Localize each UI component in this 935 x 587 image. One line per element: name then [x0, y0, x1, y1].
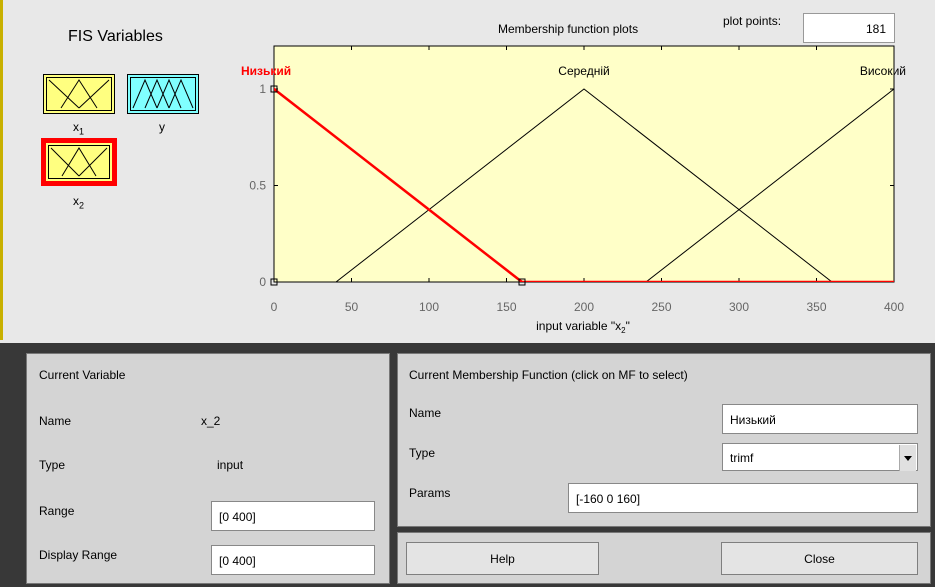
- mf-type-select[interactable]: trimf: [722, 443, 918, 471]
- current-mf-panel: Current Membership Function (click on MF…: [397, 353, 931, 527]
- y-tick-label: 0.5: [249, 179, 266, 193]
- mf-type-value: trimf: [730, 451, 754, 465]
- x-axis-label: input variable "x2": [536, 319, 630, 335]
- mf-name-label[interactable]: Середній: [558, 64, 609, 78]
- x-tick-label: 250: [651, 300, 671, 314]
- help-button[interactable]: Help: [406, 542, 599, 575]
- chevron-down-icon[interactable]: [899, 445, 916, 471]
- plot-area: [273, 45, 895, 283]
- name-value: x_2: [201, 414, 221, 428]
- x-tick-label: 0: [271, 300, 278, 314]
- display-range-input[interactable]: [0 400]: [211, 545, 375, 575]
- name-label: Name: [39, 414, 72, 428]
- current-variable-panel: Current Variable Name x_2 Type input Ran…: [26, 353, 390, 584]
- y-tick-label: 1: [259, 82, 266, 96]
- current-mf-title: Current Membership Function (click on MF…: [409, 368, 688, 382]
- mf-name-label[interactable]: Високий: [860, 64, 906, 78]
- mf-params-input[interactable]: [-160 0 160]: [568, 483, 918, 513]
- mf-name-label: Name: [409, 406, 442, 420]
- type-value: input: [217, 458, 244, 472]
- mf-name-input[interactable]: Низький: [722, 404, 918, 434]
- x-tick-label: 350: [806, 300, 826, 314]
- close-button[interactable]: Close: [721, 542, 918, 575]
- display-range-label: Display Range: [39, 548, 118, 562]
- y-tick-label: 0: [259, 275, 266, 289]
- x-tick-label: 150: [496, 300, 516, 314]
- buttons-panel: Help Close: [397, 532, 931, 584]
- x-tick-label: 100: [419, 300, 439, 314]
- membership-function-plot[interactable]: 0 50 100 150 200 250 300 350 400 0 0.5 1 Середній Ви…: [0, 0, 935, 343]
- current-variable-title: Current Variable: [39, 368, 126, 382]
- mf-params-label: Params: [409, 486, 451, 500]
- mf-name-label[interactable]: Низький: [241, 64, 291, 78]
- x-tick-label: 50: [345, 300, 359, 314]
- x-tick-label: 200: [574, 300, 594, 314]
- x-tick-label: 400: [884, 300, 904, 314]
- mf-type-label: Type: [409, 446, 436, 460]
- type-label: Type: [39, 458, 66, 472]
- range-input[interactable]: [0 400]: [211, 501, 375, 531]
- range-label: Range: [39, 504, 75, 518]
- x-tick-label: 300: [729, 300, 749, 314]
